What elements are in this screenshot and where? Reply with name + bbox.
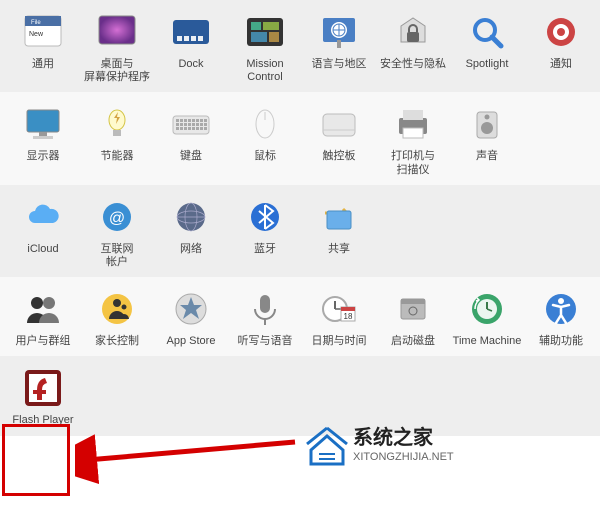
pref-item-energy[interactable]: 节能器: [80, 100, 154, 176]
pref-item-bluetooth[interactable]: 蓝牙: [228, 193, 302, 269]
pref-section-3: 用户与群组 家长控制 App Store 听写与语音 18 日期与时间 启动磁盘 Time M…: [0, 277, 600, 356]
users-icon: [19, 285, 67, 333]
pref-label: 声音: [476, 150, 498, 163]
pref-item-notif[interactable]: 通知: [524, 8, 598, 84]
pref-label: Time Machine: [453, 335, 522, 348]
trackpad-icon: [315, 100, 363, 148]
pref-label: 节能器: [101, 150, 134, 163]
pref-item-icloud[interactable]: iCloud: [6, 193, 80, 269]
pref-label: 触控板: [323, 150, 356, 163]
startup-icon: [389, 285, 437, 333]
pref-item-lang[interactable]: 语言与地区: [302, 8, 376, 84]
spotlight-icon: [463, 8, 511, 56]
displays-icon: [19, 100, 67, 148]
pref-label: 通用: [32, 58, 54, 71]
pref-label: 显示器: [27, 150, 60, 163]
pref-item-mission[interactable]: Mission Control: [228, 8, 302, 84]
pref-section-4: Flash Player: [0, 356, 600, 435]
pref-label: Flash Player: [12, 414, 73, 427]
pref-label: Mission Control: [246, 58, 283, 84]
pref-item-trackpad[interactable]: 触控板: [302, 100, 376, 176]
pref-section-2: iCloud @ 互联网 帐户 网络 蓝牙 共享: [0, 185, 600, 277]
pref-label: 家长控制: [95, 335, 139, 348]
timemachine-icon: [463, 285, 511, 333]
mission-icon: [241, 8, 289, 56]
pref-label: 鼠标: [254, 150, 276, 163]
lang-icon: [315, 8, 363, 56]
pref-label: iCloud: [27, 243, 58, 256]
pref-label: Dock: [178, 58, 203, 71]
dock-icon: [167, 8, 215, 56]
pref-label: 语言与地区: [312, 58, 367, 71]
sharing-icon: [315, 193, 363, 241]
pref-label: 听写与语音: [238, 335, 293, 348]
security-icon: [389, 8, 437, 56]
pref-label: 打印机与 扫描仪: [391, 150, 435, 176]
pref-item-desktop[interactable]: 桌面与 屏幕保护程序: [80, 8, 154, 84]
pref-label: 安全性与隐私: [380, 58, 446, 71]
pref-item-accessibility[interactable]: 辅助功能: [524, 285, 598, 348]
mouse-icon: [241, 100, 289, 148]
pref-label: 日期与时间: [312, 335, 367, 348]
desktop-icon: [93, 8, 141, 56]
pref-item-appstore[interactable]: App Store: [154, 285, 228, 348]
pref-label: 辅助功能: [539, 335, 583, 348]
pref-label: 共享: [328, 243, 350, 256]
bluetooth-icon: [241, 193, 289, 241]
datetime-icon: 18: [315, 285, 363, 333]
pref-label: 互联网 帐户: [101, 243, 134, 269]
keyboard-icon: [167, 100, 215, 148]
pref-item-sound[interactable]: 声音: [450, 100, 524, 176]
pref-label: 蓝牙: [254, 243, 276, 256]
pref-label: 网络: [180, 243, 202, 256]
general-icon: File New: [19, 8, 67, 56]
pref-item-mouse[interactable]: 鼠标: [228, 100, 302, 176]
icloud-icon: [19, 193, 67, 241]
pref-item-startup[interactable]: 启动磁盘: [376, 285, 450, 348]
notif-icon: [537, 8, 585, 56]
flash-icon: [19, 364, 67, 412]
watermark-url: XITONGZHIJIA.NET: [353, 451, 454, 463]
pref-item-users[interactable]: 用户与群组: [6, 285, 80, 348]
pref-item-security[interactable]: 安全性与隐私: [376, 8, 450, 84]
parental-icon: [93, 285, 141, 333]
printers-icon: [389, 100, 437, 148]
pref-item-general[interactable]: File New 通用: [6, 8, 80, 84]
pref-label: 启动磁盘: [391, 335, 435, 348]
pref-label: 键盘: [180, 150, 202, 163]
pref-item-keyboard[interactable]: 键盘: [154, 100, 228, 176]
svg-text:18: 18: [344, 312, 353, 321]
pref-label: App Store: [167, 335, 216, 348]
internet-icon: @: [93, 193, 141, 241]
svg-text:File: File: [31, 20, 41, 26]
energy-icon: [93, 100, 141, 148]
pref-item-network[interactable]: 网络: [154, 193, 228, 269]
pref-item-dictation[interactable]: 听写与语音: [228, 285, 302, 348]
pref-section-0: File New 通用 桌面与 屏幕保护程序 Dock Mission Control 语言…: [0, 0, 600, 92]
pref-item-parental[interactable]: 家长控制: [80, 285, 154, 348]
pref-label: 用户与群组: [16, 335, 71, 348]
dictation-icon: [241, 285, 289, 333]
pref-item-internet[interactable]: @ 互联网 帐户: [80, 193, 154, 269]
svg-text:@: @: [109, 210, 125, 227]
pref-label: 桌面与 屏幕保护程序: [84, 58, 150, 84]
svg-text:New: New: [29, 31, 44, 38]
pref-item-printers[interactable]: 打印机与 扫描仪: [376, 100, 450, 176]
pref-item-flash[interactable]: Flash Player: [6, 364, 80, 427]
pref-section-1: 显示器 节能器 键盘 鼠标 触控板 打印机与 扫描仪 声音: [0, 92, 600, 184]
pref-item-datetime[interactable]: 18 日期与时间: [302, 285, 376, 348]
pref-item-displays[interactable]: 显示器: [6, 100, 80, 176]
pref-item-dock[interactable]: Dock: [154, 8, 228, 84]
arrow-annotation: [75, 430, 305, 490]
appstore-icon: [167, 285, 215, 333]
pref-item-timemachine[interactable]: Time Machine: [450, 285, 524, 348]
accessibility-icon: [537, 285, 585, 333]
pref-label: Spotlight: [466, 58, 509, 71]
pref-label: 通知: [550, 58, 572, 71]
pref-item-spotlight[interactable]: Spotlight: [450, 8, 524, 84]
network-icon: [167, 193, 215, 241]
sound-icon: [463, 100, 511, 148]
pref-item-sharing[interactable]: 共享: [302, 193, 376, 269]
